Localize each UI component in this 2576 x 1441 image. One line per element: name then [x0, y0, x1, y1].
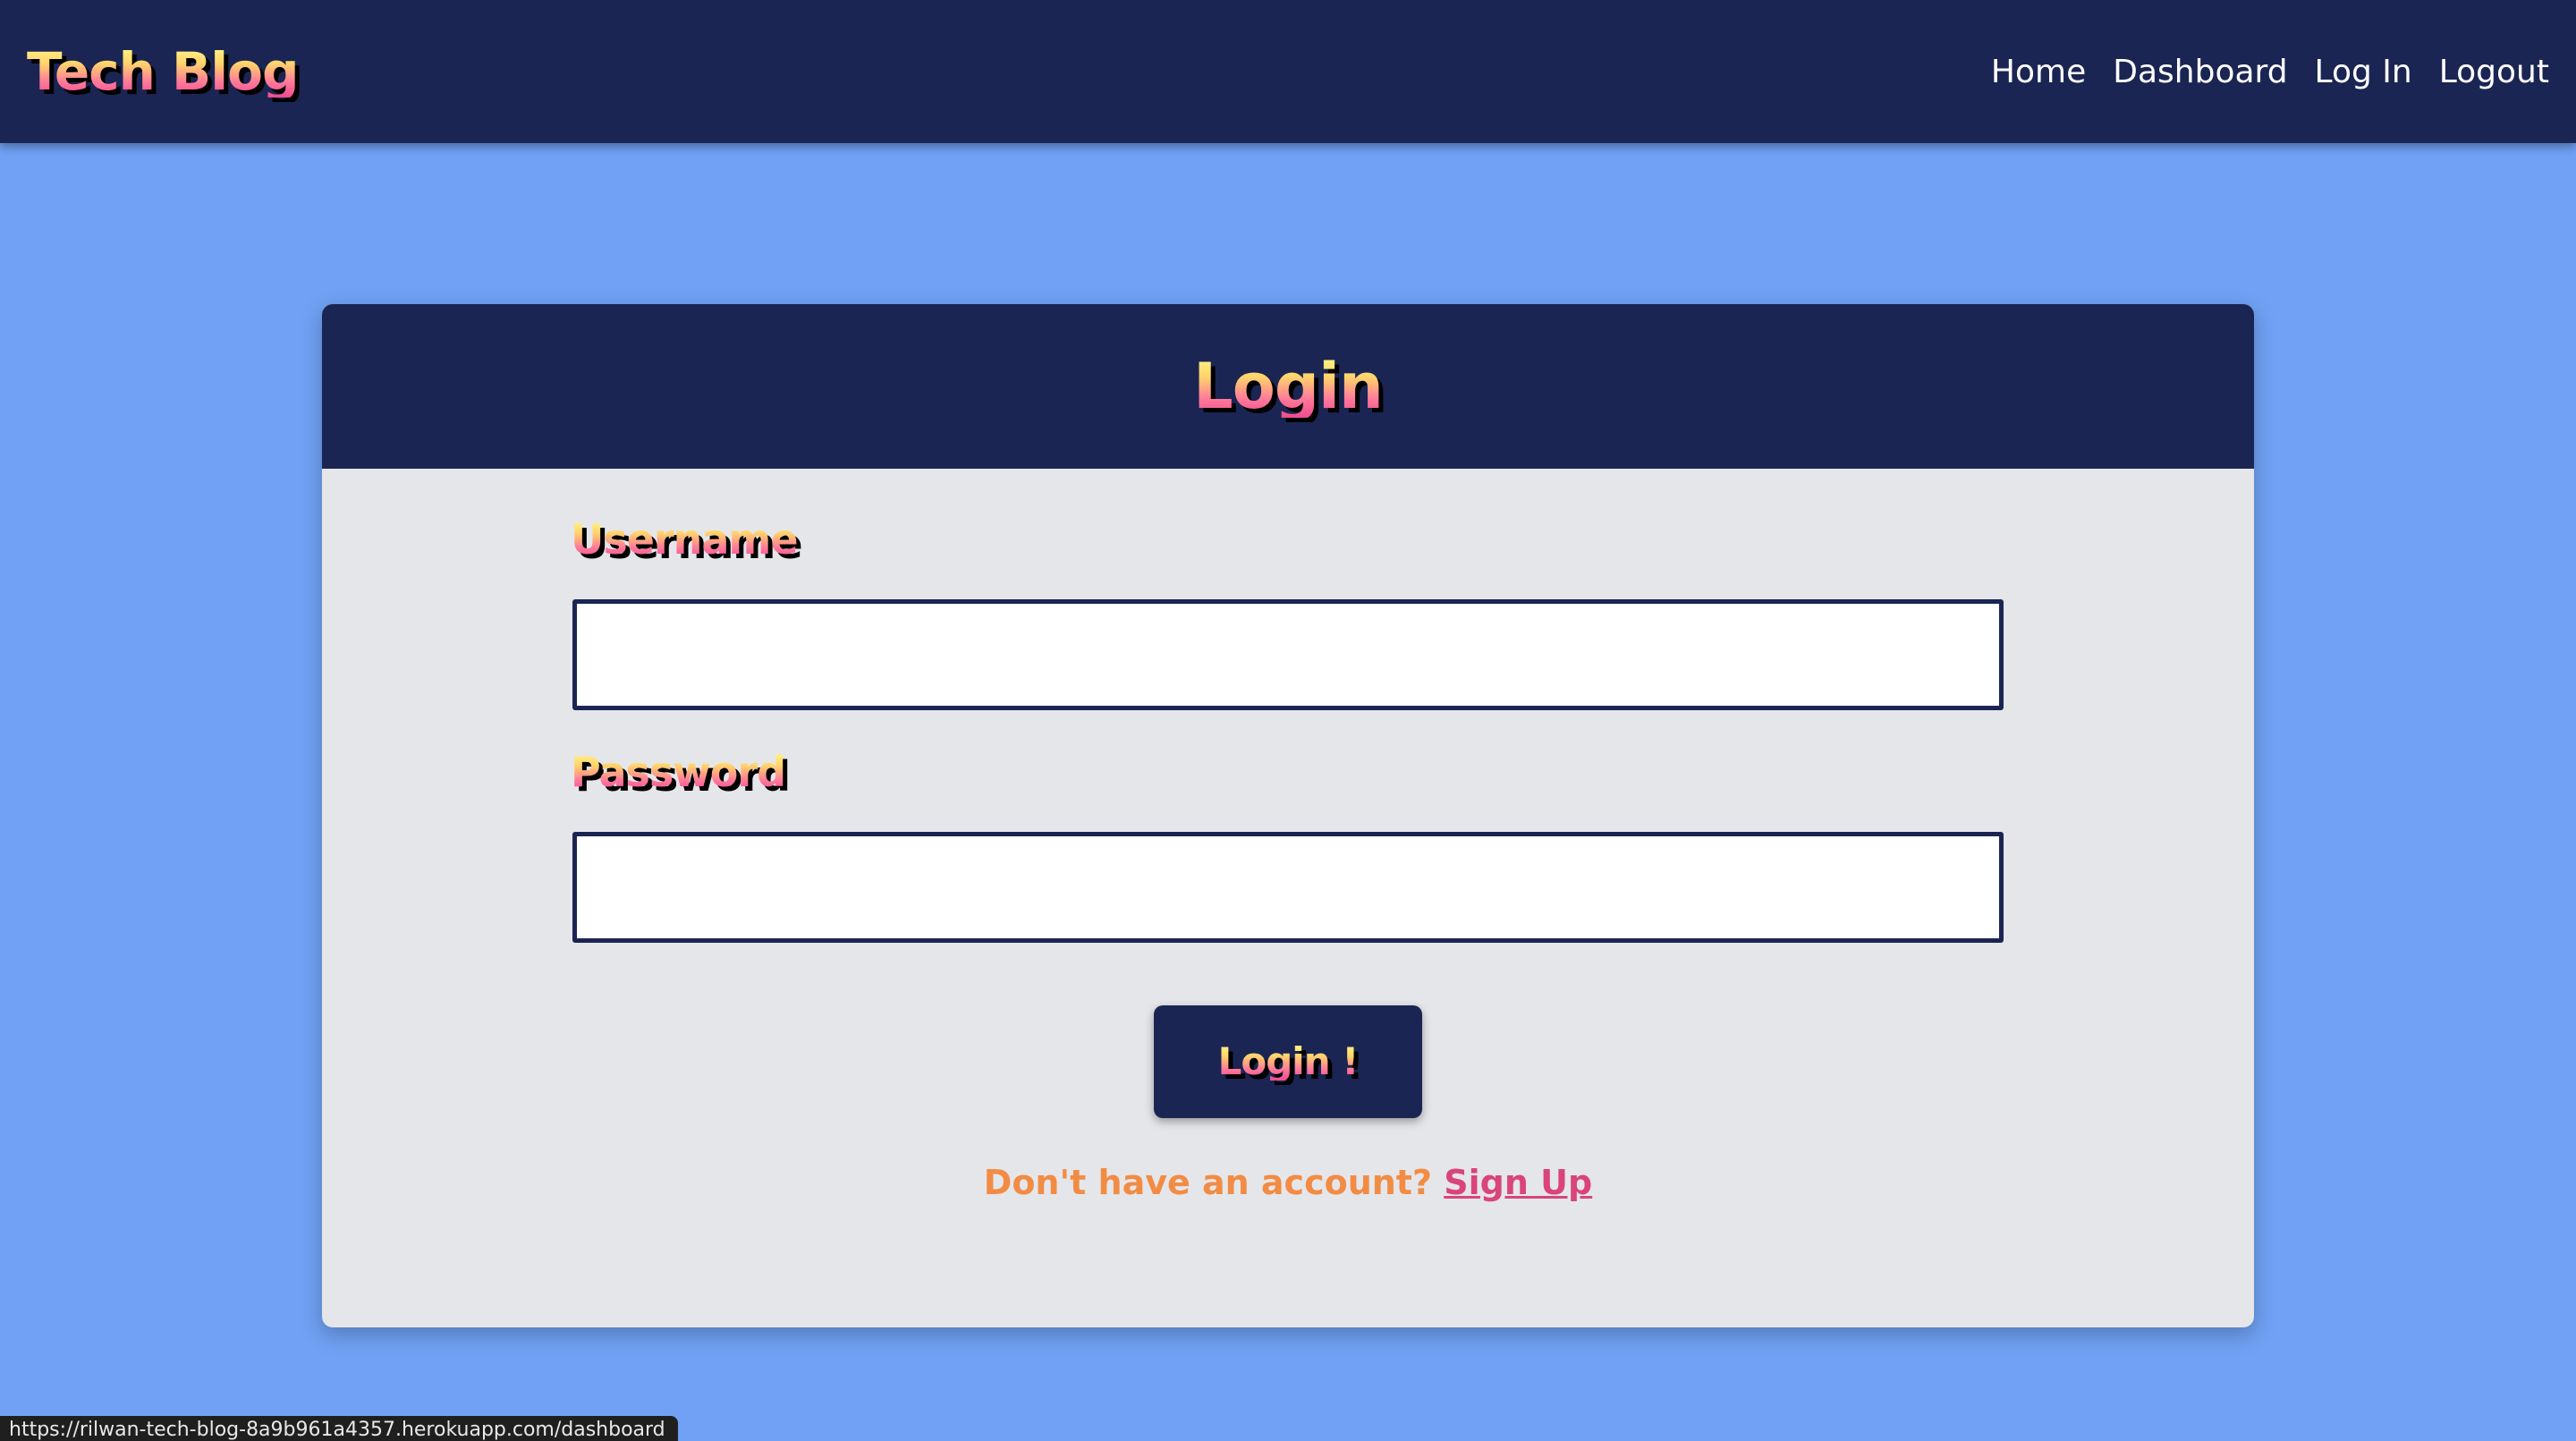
username-input[interactable]: [572, 599, 2004, 710]
brand-logo[interactable]: Tech Blog: [27, 46, 300, 97]
password-label: Password: [571, 748, 786, 796]
login-card: Login Username Password Login ! Don't ha…: [322, 304, 2254, 1327]
nav-link-login[interactable]: Log In: [2315, 54, 2412, 90]
login-title: Login: [1193, 350, 1384, 423]
login-card-header: Login: [322, 304, 2254, 469]
nav-link-home[interactable]: Home: [1991, 54, 2086, 90]
signup-link[interactable]: Sign Up: [1444, 1163, 1592, 1202]
password-input[interactable]: [572, 832, 2004, 943]
link-status-bar: https://rilwan-tech-blog-8a9b961a4357.he…: [0, 1416, 678, 1441]
login-submit-button[interactable]: Login !: [1154, 1005, 1422, 1118]
nav-links: Home Dashboard Log In Logout: [1991, 54, 2549, 90]
login-submit-label: Login !: [1217, 1039, 1360, 1083]
login-form: Username Password Login ! Don't have an …: [322, 469, 2254, 1327]
signup-prompt-text: Don't have an account?: [983, 1163, 1433, 1202]
signup-prompt-line: Don't have an account? Sign Up: [322, 1163, 2254, 1202]
username-label: Username: [571, 515, 799, 564]
nav-link-dashboard[interactable]: Dashboard: [2113, 54, 2287, 90]
navbar: Tech Blog Home Dashboard Log In Logout: [0, 0, 2576, 143]
nav-link-logout[interactable]: Logout: [2439, 54, 2549, 90]
